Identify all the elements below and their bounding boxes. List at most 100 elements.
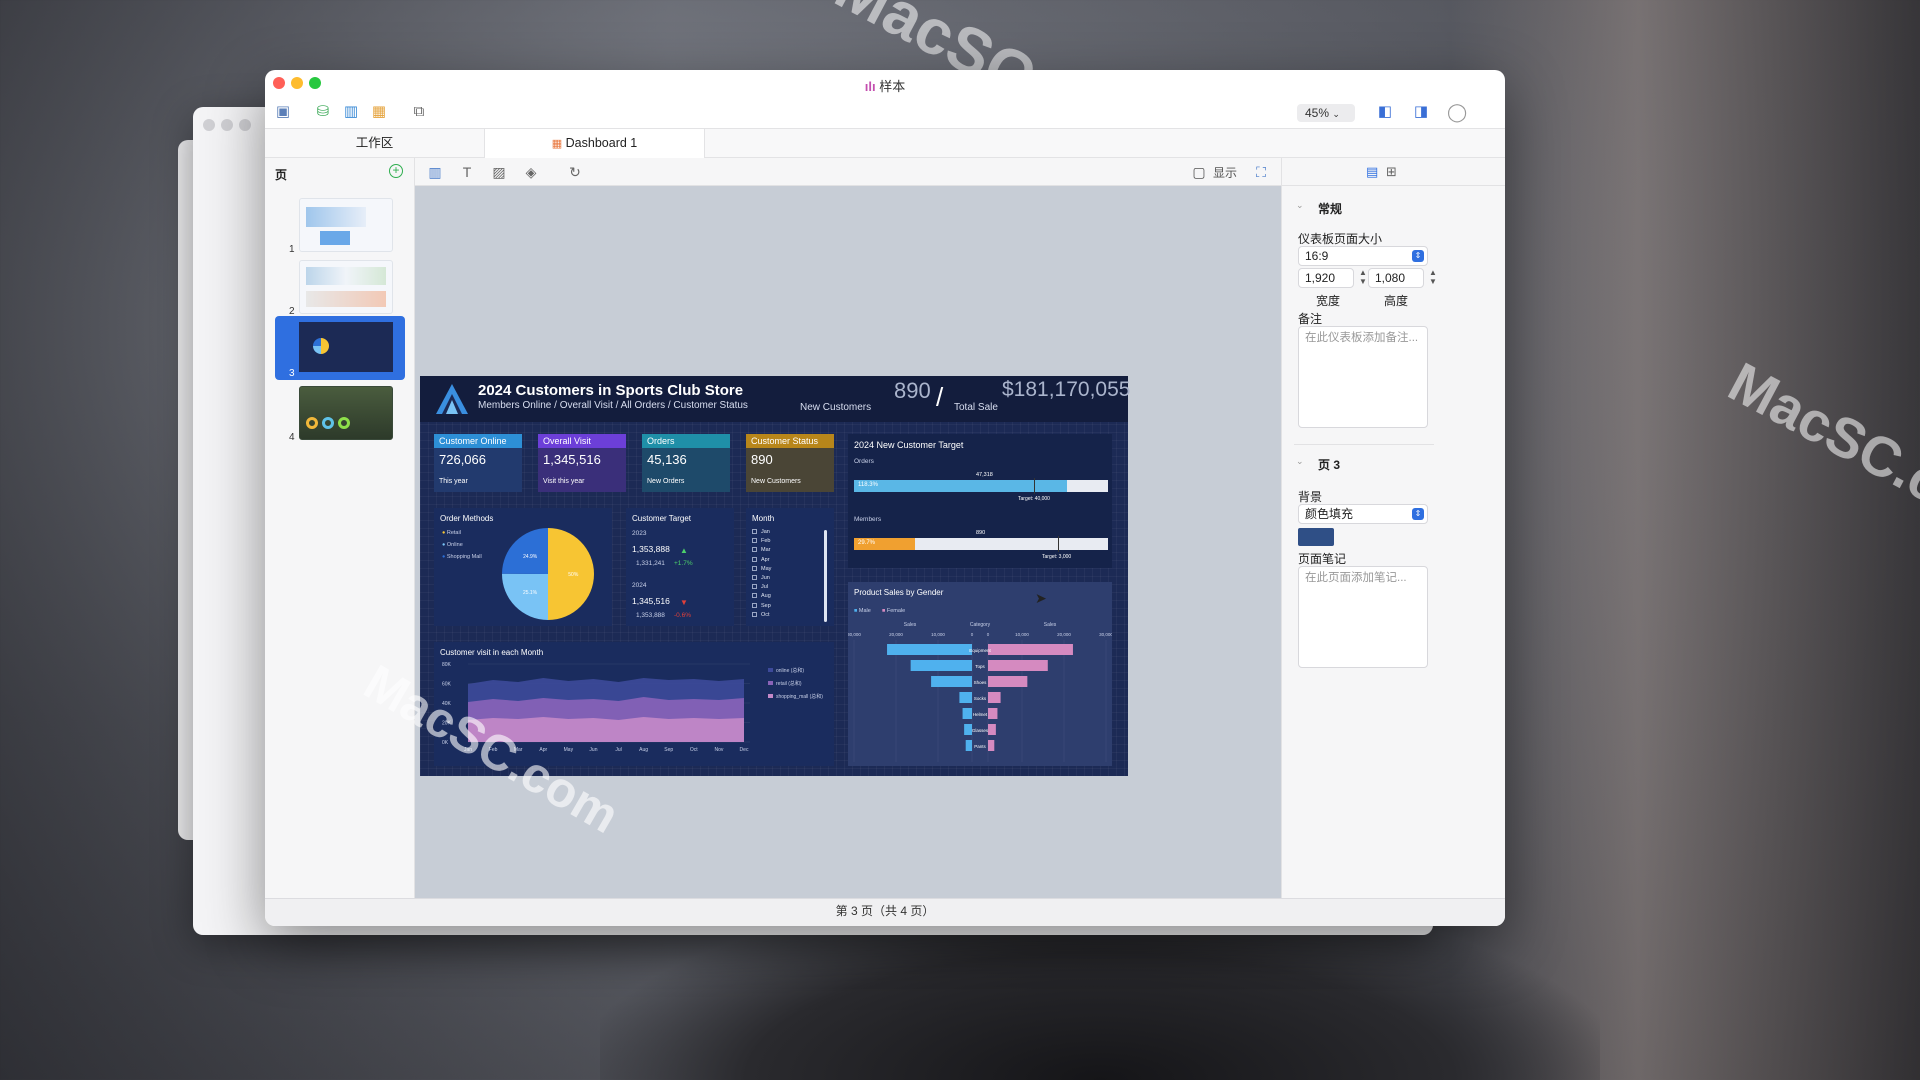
- fullscreen-icon[interactable]: ⛶: [1251, 162, 1271, 182]
- page-notes-textarea[interactable]: 在此页面添加笔记...: [1298, 566, 1428, 668]
- order-methods-pie[interactable]: 50% 25.1% 24.9%: [498, 524, 598, 624]
- orders-progress-track: 118.3%: [854, 478, 1108, 494]
- minimize-dot[interactable]: [221, 119, 233, 131]
- page-number: 3: [289, 368, 295, 379]
- data-source-icon[interactable]: ⛁: [313, 102, 333, 122]
- duplicate-icon[interactable]: ⧉: [409, 102, 429, 122]
- insert-shape-icon[interactable]: ◈: [521, 162, 541, 182]
- notes-placeholder: 在此仪表板添加备注...: [1305, 332, 1419, 344]
- save-icon[interactable]: ▣: [273, 102, 293, 122]
- month-checkbox-item[interactable]: May: [752, 565, 771, 574]
- month-checkbox-item[interactable]: Feb: [752, 537, 771, 546]
- legend-male: ■ Male: [854, 608, 871, 614]
- x-tick-label: Oct: [690, 747, 698, 753]
- x-tick-label: May: [564, 747, 574, 753]
- month-scrollbar[interactable]: [824, 530, 827, 622]
- insert-chart-icon[interactable]: ▥: [425, 162, 445, 182]
- pie-slice-label: 25.1%: [523, 590, 538, 596]
- month-checkbox-item[interactable]: Jun: [752, 574, 771, 583]
- collapse-page-icon[interactable]: ⌄: [1296, 456, 1304, 467]
- insert-image-icon[interactable]: ▨: [489, 162, 509, 182]
- year-2024: 2024: [632, 582, 647, 589]
- inspector-panel: ▤ ⊞ ⌄ 常规 仪表板页面大小 16:9 ⇕ 1,920 ▲ ▼ 1,080 ▲…: [1281, 158, 1505, 898]
- left-sidebar-toggle-icon[interactable]: ◧: [1375, 102, 1395, 122]
- month-checkbox-item[interactable]: Jul: [752, 583, 771, 592]
- zoom-dot[interactable]: [239, 119, 251, 131]
- background-color-swatch[interactable]: [1298, 528, 1334, 546]
- month-filter-panel[interactable]: Month Jan Feb Mar Apr May Jun Jul Aug Sep Oct: [746, 508, 834, 626]
- kpi-customer-status[interactable]: Customer Status 890 New Customers: [746, 434, 834, 492]
- bar-female: [988, 644, 1073, 655]
- close-dot[interactable]: [203, 119, 215, 131]
- axis-label-right: Sales: [1044, 622, 1057, 628]
- tab-workspace[interactable]: 工作区: [265, 129, 485, 158]
- present-icon[interactable]: ▢: [1189, 162, 1209, 182]
- add-page-icon[interactable]: +: [389, 164, 403, 178]
- account-icon[interactable]: ◯: [1447, 102, 1467, 122]
- height-field[interactable]: 1,080: [1368, 268, 1424, 288]
- legend-online: ● Online: [442, 542, 463, 548]
- page-thumbnail-4[interactable]: [299, 386, 393, 440]
- kpi-customer-online[interactable]: Customer Online 726,066 This year: [434, 434, 522, 492]
- page-number: 4: [289, 432, 295, 443]
- zoom-select[interactable]: 45% ⌄: [1297, 104, 1355, 122]
- x-tick-label: Nov: [714, 747, 723, 753]
- dashboard-header: 2024 Customers in Sports Club Store Memb…: [420, 376, 1130, 422]
- month-checkbox-item[interactable]: Mar: [752, 546, 771, 555]
- value-2024: 1,345,516: [632, 596, 670, 606]
- kpi-subtitle: New Orders: [647, 478, 685, 485]
- new-customer-target-panel[interactable]: 2024 New Customer Target Orders 47,318 1…: [848, 434, 1112, 568]
- x-tick-label: Jul: [615, 747, 621, 753]
- present-label[interactable]: 显示: [1213, 164, 1237, 181]
- refresh-icon[interactable]: ↻: [565, 162, 585, 182]
- product-sales-bar-chart[interactable]: Sales Category Sales 30,000 20,000 10,000 0 0 10…: [848, 620, 1112, 766]
- new-chart-icon[interactable]: ▥: [341, 102, 361, 122]
- bar-male: [964, 724, 972, 735]
- new-dashboard-icon[interactable]: ▦: [369, 102, 389, 122]
- members-progress-track: 29.7%: [854, 536, 1108, 552]
- bar-male: [931, 676, 972, 687]
- size-select[interactable]: 16:9 ⇕: [1298, 246, 1428, 266]
- divider-slash: /: [936, 382, 944, 412]
- members-percent: 29.7%: [858, 540, 876, 546]
- tab-bar: 工作区 ▦ Dashboard 1: [265, 128, 1505, 158]
- kpi-overall-visit[interactable]: Overall Visit 1,345,516 Visit this year: [538, 434, 626, 492]
- page-notes-label: 页面笔记: [1298, 552, 1347, 566]
- insert-text-icon[interactable]: T: [457, 162, 477, 182]
- members-target-marker: [1058, 536, 1059, 552]
- x-tick-label: Jun: [589, 747, 597, 753]
- page-thumbnail-2[interactable]: [299, 260, 393, 314]
- background-value: 颜色填充: [1305, 507, 1354, 521]
- width-field[interactable]: 1,920: [1298, 268, 1354, 288]
- width-stepper[interactable]: ▲ ▼: [1358, 268, 1368, 288]
- order-methods-panel[interactable]: Order Methods ● Retail ● Online ● Shoppi…: [434, 508, 612, 626]
- category-label: Socks: [974, 696, 987, 701]
- select-arrows-icon: ⇕: [1412, 508, 1424, 520]
- kpi-value: 45,136: [647, 452, 687, 467]
- background-select[interactable]: 颜色填充 ⇕: [1298, 504, 1428, 524]
- customer-target-panel[interactable]: Customer Target 2023 1,353,888 ▲ 1,331,2…: [626, 508, 734, 626]
- notes-textarea[interactable]: 在此仪表板添加备注...: [1298, 326, 1428, 428]
- month-checkbox-item[interactable]: Jan: [752, 528, 771, 537]
- orders-target: Target: 40,000: [1018, 496, 1050, 502]
- month-checkbox-item[interactable]: Oct: [752, 611, 771, 620]
- height-stepper[interactable]: ▲ ▼: [1428, 268, 1438, 288]
- dashboard[interactable]: 2024 Customers in Sports Club Store Memb…: [420, 376, 1130, 776]
- product-sales-panel[interactable]: Product Sales by Gender ■ Male ■ Female …: [848, 582, 1112, 766]
- dashboard-subtitle: Members Online / Overall Visit / All Ord…: [478, 400, 748, 411]
- collapse-general-icon[interactable]: ⌄: [1296, 200, 1304, 211]
- app-window: ılı 样本 ▣ ⛁ ▥ ▦ ⧉ 45% ⌄ ◧ ◨ ◯ 工作区 ▦ Dashb…: [265, 70, 1505, 926]
- right-sidebar-toggle-icon[interactable]: ◨: [1411, 102, 1431, 122]
- month-checkbox-item[interactable]: Sep: [752, 602, 771, 611]
- tree-tab-icon[interactable]: ⊞: [1386, 164, 1397, 180]
- month-checkbox-item[interactable]: Apr: [752, 556, 771, 565]
- tab-dashboard-1[interactable]: ▦ Dashboard 1: [485, 129, 705, 158]
- dashboard-icon: ▦: [551, 138, 563, 150]
- kpi-orders[interactable]: Orders 45,136 New Orders: [642, 434, 730, 492]
- x-tick-label: 0: [987, 632, 990, 637]
- month-checkbox-item[interactable]: Aug: [752, 592, 771, 601]
- kpi-value: 890: [751, 452, 773, 467]
- category-label: Glasses: [972, 728, 989, 733]
- layout-tab-icon[interactable]: ▤: [1366, 164, 1378, 180]
- page-thumbnail-1[interactable]: [299, 198, 393, 252]
